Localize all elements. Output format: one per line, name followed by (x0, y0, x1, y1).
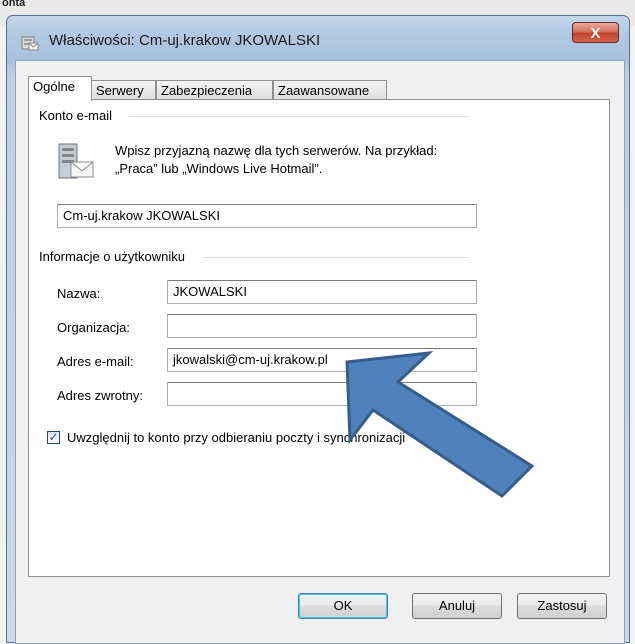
dialog-client-area: Ogólne Serwery Zabezpieczenia Zaawansowa… (15, 60, 625, 644)
tab-servers[interactable]: Serwery (91, 80, 156, 100)
include-account-checkbox[interactable]: ✓ (47, 431, 60, 444)
hint-line-1: Wpisz przyjazną nazwę dla tych serwerów.… (115, 143, 438, 158)
organization-label: Organizacja: (57, 320, 130, 335)
reply-address-label: Adres zwrotny: (57, 388, 143, 403)
tab-advanced-label: Zaawansowane (278, 83, 370, 98)
email-label: Adres e-mail: (57, 354, 134, 369)
hint-line-2: „Praca” lub „Windows Live Hotmail”. (115, 161, 323, 176)
close-icon: X (590, 25, 601, 42)
general-tab-panel: Konto e-mail Wpisz przyjazną nazwę dla t… (28, 99, 610, 577)
include-account-label: Uwzględnij to konto przy odbieraniu pocz… (67, 430, 406, 445)
user-info-group-label: Informacje o użytkowniku (39, 249, 191, 264)
reply-address-input[interactable] (167, 382, 477, 406)
tab-advanced[interactable]: Zaawansowane (273, 80, 387, 100)
window-title: Właściwości: Cm-uj.krakow JKOWALSKI (49, 32, 321, 49)
tab-servers-label: Serwery (96, 83, 144, 98)
ok-button[interactable]: OK (298, 593, 388, 619)
name-input[interactable]: JKOWALSKI (167, 280, 477, 304)
title-bar[interactable]: Właściwości: Cm-uj.krakow JKOWALSKI X (7, 16, 629, 60)
mail-account-icon (21, 36, 39, 51)
account-group-line (129, 116, 469, 117)
email-input[interactable]: jkowalski@cm-uj.krakow.pl (167, 348, 477, 372)
name-label: Nazwa: (57, 286, 101, 301)
organization-input[interactable] (167, 314, 477, 338)
account-group-label: Konto e-mail (39, 108, 118, 123)
tab-general-label: Ogólne (33, 79, 75, 94)
cancel-button[interactable]: Anuluj (412, 593, 502, 619)
user-info-group-line (204, 257, 469, 258)
tab-security-label: Zabezpieczenia (161, 83, 253, 98)
properties-dialog: Właściwości: Cm-uj.krakow JKOWALSKI X Og… (6, 15, 630, 644)
mail-server-icon (58, 143, 94, 179)
background-window-text: onta (2, 0, 26, 9)
apply-button[interactable]: Zastosuj (517, 593, 607, 619)
account-name-input[interactable]: Cm-uj.krakow JKOWALSKI (57, 204, 477, 228)
close-button[interactable]: X (572, 22, 619, 43)
tab-security[interactable]: Zabezpieczenia (156, 80, 273, 100)
tab-general[interactable]: Ogólne (28, 76, 92, 101)
account-hint-text: Wpisz przyjazną nazwę dla tych serwerów.… (115, 142, 515, 178)
